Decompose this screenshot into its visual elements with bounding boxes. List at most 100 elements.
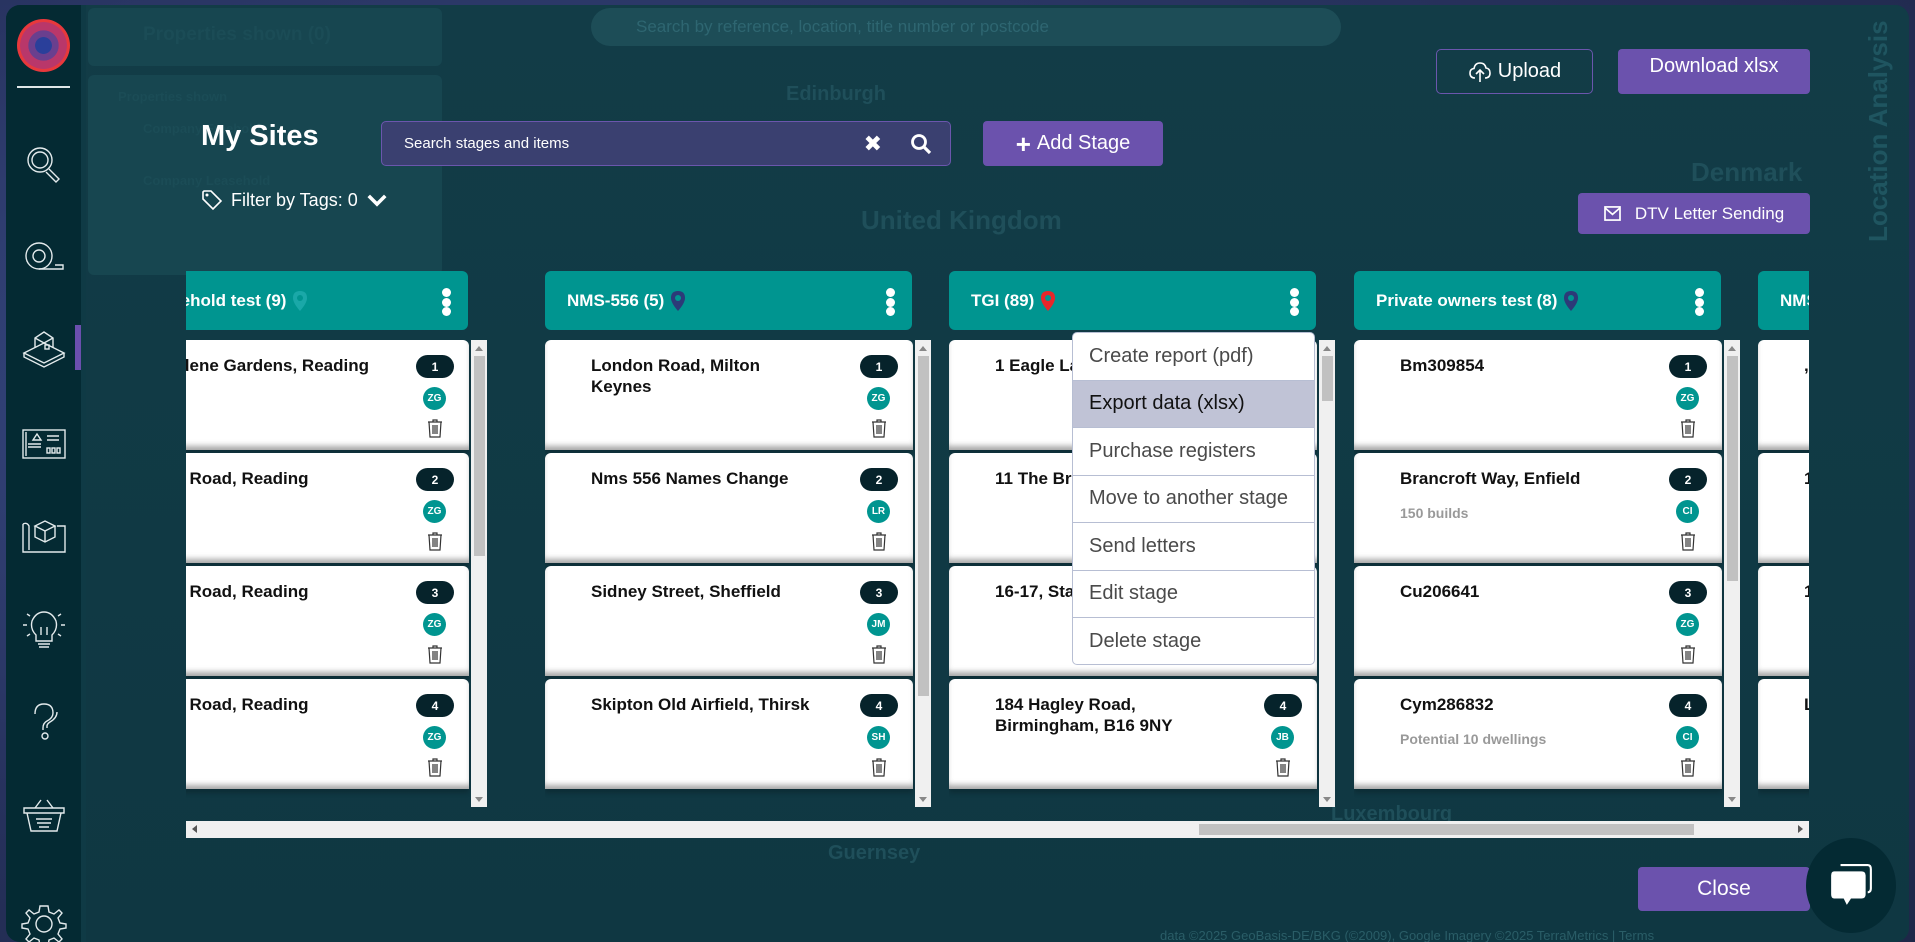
trash-icon[interactable] — [870, 531, 888, 551]
assignee-avatar[interactable]: SH — [867, 726, 890, 749]
stage-menu-item[interactable]: Edit stage — [1073, 571, 1314, 618]
sidebar-item-search[interactable] — [20, 140, 68, 188]
vertical-scroll-thumb[interactable] — [474, 356, 485, 556]
scroll-up-arrow[interactable] — [919, 346, 927, 351]
assignee-avatar[interactable]: ZG — [1676, 613, 1699, 636]
app-logo[interactable] — [17, 19, 70, 72]
site-card[interactable]: Bath Road, Reading 2 ZG — [186, 453, 469, 563]
assignee-avatar[interactable]: ZG — [423, 387, 446, 410]
trash-icon[interactable] — [426, 418, 444, 438]
trash-icon[interactable] — [870, 757, 888, 777]
site-card[interactable]: 184 Hagley Road, Birmingham, B16 9NY 4 JB — [949, 679, 1317, 789]
site-card[interactable]: Bath Road, Reading 4 ZG — [186, 679, 469, 789]
filter-by-tags-dropdown[interactable]: Filter by Tags: 0 — [201, 189, 388, 211]
trash-icon[interactable] — [1679, 757, 1697, 777]
stage-header[interactable]: NMS-556 (5) — [545, 271, 912, 330]
site-card[interactable]: Skipton Old Airfield, Thirsk 4 SH — [545, 679, 913, 789]
stage-menu-item[interactable]: Send letters — [1073, 523, 1314, 571]
stage-menu-item[interactable]: Delete stage — [1073, 618, 1314, 664]
site-card[interactable]: L — [1758, 679, 1809, 789]
horizontal-scroll-thumb[interactable] — [1199, 824, 1694, 835]
trash-icon[interactable] — [1679, 644, 1697, 664]
site-card[interactable]: Nms 556 Names Change 2 LR — [545, 453, 913, 563]
stage-header[interactable]: aq leasehold test (9) — [186, 271, 468, 330]
site-card[interactable]: , H — [1758, 340, 1809, 450]
site-card[interactable]: 1 C — [1758, 566, 1809, 676]
search-icon[interactable] — [910, 133, 932, 155]
vertical-scroll-thumb[interactable] — [918, 356, 929, 696]
trash-icon[interactable] — [1679, 531, 1697, 551]
trash-icon[interactable] — [1679, 418, 1697, 438]
map-pin-icon[interactable] — [292, 290, 308, 312]
site-card[interactable]: London Road, Milton Keynes 1 ZG — [545, 340, 913, 450]
close-button[interactable]: Close — [1638, 867, 1810, 911]
site-card[interactable]: Cym286832 Potential 10 dwellings 4 CI — [1354, 679, 1722, 789]
assignee-avatar[interactable]: JB — [1271, 726, 1294, 749]
stage-menu-kebab-icon[interactable] — [885, 288, 895, 316]
trash-icon[interactable] — [426, 644, 444, 664]
stage-menu-item[interactable]: Move to another stage — [1073, 476, 1314, 523]
scroll-up-arrow[interactable] — [475, 346, 483, 351]
scroll-up-arrow[interactable] — [1728, 346, 1736, 351]
site-card[interactable]: Ashdene Gardens, Reading 1 ZG — [186, 340, 469, 450]
scroll-right-arrow[interactable] — [1798, 825, 1803, 833]
trash-icon[interactable] — [870, 644, 888, 664]
sidebar-item-my-sites[interactable] — [20, 325, 68, 373]
stage-vertical-scrollbar[interactable] — [471, 340, 487, 807]
assignee-avatar[interactable]: CI — [1676, 726, 1699, 749]
map-pin-icon[interactable] — [670, 290, 686, 312]
assignee-avatar[interactable]: ZG — [423, 613, 446, 636]
scroll-down-arrow[interactable] — [1728, 797, 1736, 802]
sidebar-item-settings[interactable] — [20, 900, 68, 942]
assignee-avatar[interactable]: LR — [867, 500, 890, 523]
trash-icon[interactable] — [426, 531, 444, 551]
stage-menu-kebab-icon[interactable] — [1694, 288, 1704, 316]
sidebar-item-basket[interactable] — [20, 789, 68, 837]
assignee-avatar[interactable]: JM — [867, 613, 890, 636]
upload-button[interactable]: Upload — [1436, 49, 1593, 94]
stage-menu-kebab-icon[interactable] — [1289, 288, 1299, 316]
chat-button[interactable] — [1806, 838, 1896, 933]
stage-menu-item[interactable]: Export data (xlsx) — [1073, 380, 1314, 428]
stage-vertical-scrollbar[interactable] — [1724, 340, 1740, 807]
stage-header[interactable]: Private owners test (8) — [1354, 271, 1721, 330]
stage-header[interactable]: TGI (89) — [949, 271, 1316, 330]
stage-vertical-scrollbar[interactable] — [1319, 340, 1335, 807]
map-pin-icon[interactable] — [1040, 290, 1056, 312]
assignee-avatar[interactable]: ZG — [867, 387, 890, 410]
site-card[interactable]: 1 A 9 — [1758, 453, 1809, 563]
stage-search-input[interactable] — [404, 135, 864, 152]
site-card[interactable]: Bath Road, Reading 3 ZG — [186, 566, 469, 676]
sidebar-item-planning[interactable] — [20, 511, 68, 559]
site-card[interactable]: Cu206641 3 ZG — [1354, 566, 1722, 676]
stage-menu-item[interactable]: Purchase registers — [1073, 428, 1314, 476]
site-card[interactable]: Brancroft Way, Enfield 150 builds 2 CI — [1354, 453, 1722, 563]
assignee-avatar[interactable]: ZG — [423, 500, 446, 523]
stage-menu-kebab-icon[interactable] — [441, 288, 451, 316]
scroll-left-arrow[interactable] — [192, 825, 197, 833]
stage-header[interactable]: NMS — [1758, 271, 1809, 330]
stage-menu-item[interactable]: Create report (pdf) — [1073, 333, 1314, 381]
trash-icon[interactable] — [426, 757, 444, 777]
site-card[interactable]: Bm309854 1 ZG — [1354, 340, 1722, 450]
vertical-scroll-thumb[interactable] — [1727, 356, 1738, 581]
board-horizontal-scrollbar[interactable] — [186, 821, 1809, 838]
assignee-avatar[interactable]: CI — [1676, 500, 1699, 523]
download-xlsx-button[interactable]: Download xlsx — [1618, 49, 1810, 94]
sidebar-item-insights[interactable] — [20, 605, 68, 653]
site-card[interactable]: Sidney Street, Sheffield 3 JM — [545, 566, 913, 676]
assignee-avatar[interactable]: ZG — [423, 726, 446, 749]
dtv-letter-sending-button[interactable]: DTV Letter Sending — [1578, 193, 1810, 234]
map-pin-icon[interactable] — [1563, 290, 1579, 312]
sidebar-item-alerts[interactable] — [20, 419, 68, 467]
trash-icon[interactable] — [1274, 757, 1292, 777]
scroll-down-arrow[interactable] — [475, 797, 483, 802]
scroll-down-arrow[interactable] — [919, 797, 927, 802]
vertical-scroll-thumb[interactable] — [1322, 356, 1333, 401]
scroll-up-arrow[interactable] — [1323, 346, 1331, 351]
scroll-down-arrow[interactable] — [1323, 797, 1331, 802]
trash-icon[interactable] — [870, 418, 888, 438]
assignee-avatar[interactable]: ZG — [1676, 387, 1699, 410]
clear-search-icon[interactable]: ✖ — [864, 131, 882, 157]
stage-vertical-scrollbar[interactable] — [915, 340, 931, 807]
